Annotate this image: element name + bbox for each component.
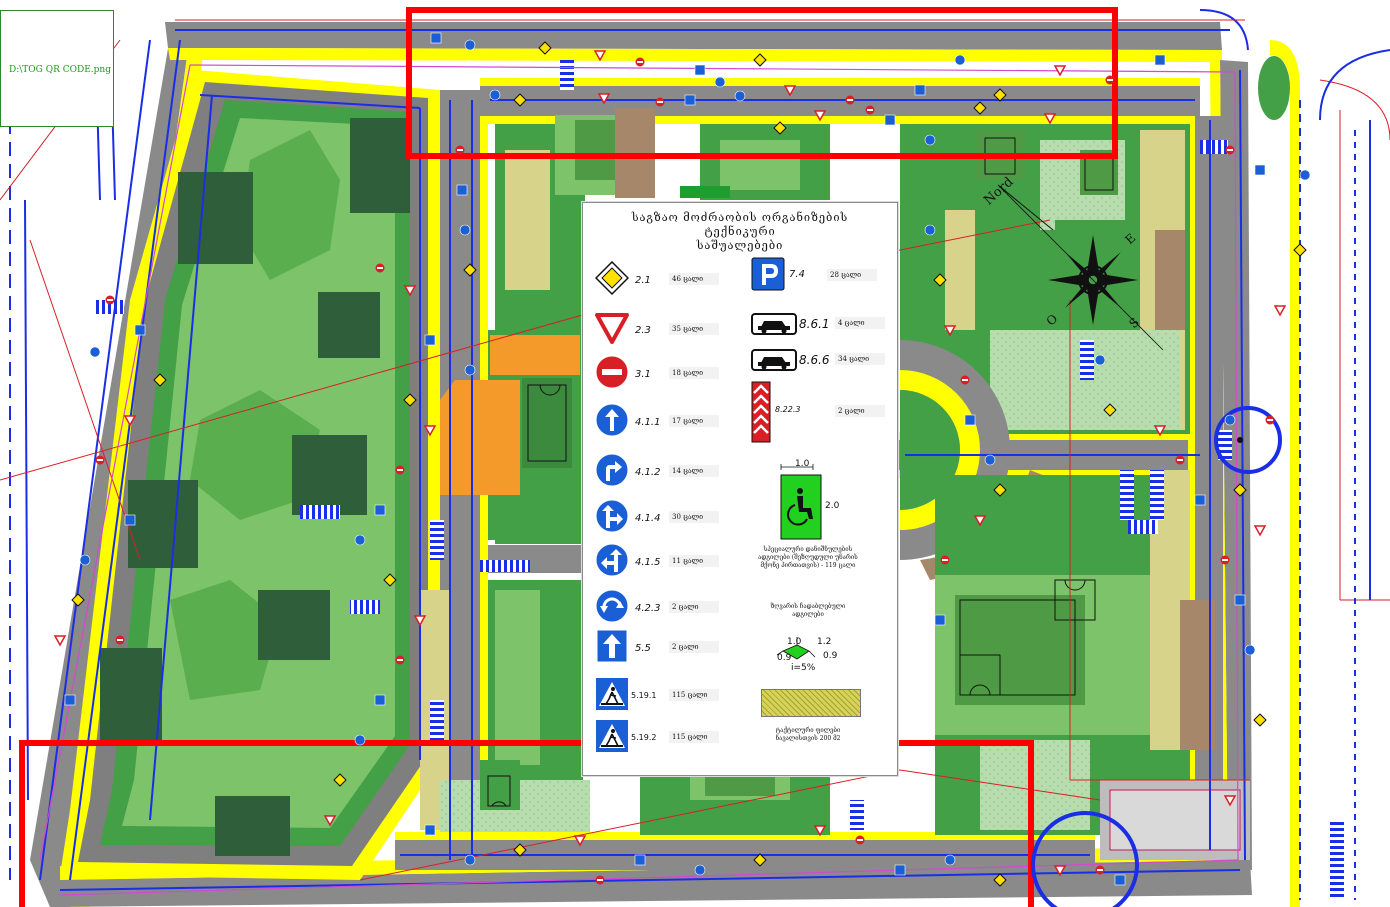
sign-code: 5.5 xyxy=(635,643,651,654)
sign-quantity: 34 ცალი xyxy=(835,353,885,365)
car-plate-icon xyxy=(751,341,797,379)
legend-title: საგზაო მოძრაობის ორგანიზების ტექნიკური ს… xyxy=(597,211,883,253)
chevron-marker-icon xyxy=(751,381,771,447)
curb-ramp-note: ზღვარის ჩადაბლებული ადგილები xyxy=(770,603,846,618)
no-entry-icon xyxy=(595,355,629,393)
sign-quantity: 115 ცალი xyxy=(669,689,719,701)
ramp-dim-side-left: 0.9 xyxy=(777,653,792,663)
sign-code: 4.1.4 xyxy=(635,513,661,524)
sign-code: 8.22.3 xyxy=(775,405,801,414)
sign-quantity: 17 ცალი xyxy=(669,415,719,427)
disabled-parking-note: სპეციალური დანიშნულების ადგილები (შეზღუდ… xyxy=(758,546,858,569)
disabled-parking-height: 2.0 xyxy=(825,501,840,511)
sign-code: 3.1 xyxy=(635,369,651,380)
sign-quantity: 35 ცალი xyxy=(669,323,719,335)
tactile-paving-swatch xyxy=(761,689,861,717)
sign-code: 8.6.6 xyxy=(799,353,830,367)
give-way-icon xyxy=(595,311,629,349)
qr-code-placeholder: D:\TOG QR CODE.png xyxy=(0,10,114,127)
pedestrian-crossing-icon xyxy=(595,677,629,715)
sign-quantity: 30 ცალი xyxy=(669,511,719,523)
sign-code: 4.1.5 xyxy=(635,557,661,568)
ramp-slope: i=5% xyxy=(791,663,816,673)
ramp-dim-side-right: 0.9 xyxy=(823,651,838,661)
sign-quantity: 28 ცალი xyxy=(827,269,877,281)
ramp-dim-top-right: 1.2 xyxy=(817,637,832,647)
sign-quantity: 115 ცალი xyxy=(669,731,719,743)
roundabout-icon xyxy=(595,589,629,627)
legend-title-line-2: საშუალებები xyxy=(696,239,784,252)
sign-quantity: 2 ცალი xyxy=(669,641,719,653)
sign-code: 7.4 xyxy=(789,269,805,280)
one-way-icon xyxy=(595,629,629,667)
building xyxy=(178,172,253,264)
qr-caption: D:\TOG QR CODE.png xyxy=(9,65,111,75)
sign-code: 4.1.2 xyxy=(635,467,661,478)
straight-or-right-icon xyxy=(595,499,629,537)
turn-right-icon xyxy=(595,453,629,491)
sign-quantity: 14 ცალი xyxy=(669,465,719,477)
priority-road-icon xyxy=(594,260,630,299)
sign-quantity: 18 ცალი xyxy=(669,367,719,379)
parking-icon xyxy=(751,257,785,295)
sign-code: 2.1 xyxy=(635,275,651,286)
pedestrian-crossing-icon xyxy=(595,719,629,757)
sign-quantity: 11 ცალი xyxy=(669,555,719,567)
sign-code: 2.3 xyxy=(635,325,651,336)
sign-code: 5.19.2 xyxy=(631,733,657,742)
sign-quantity: 4 ცალი xyxy=(835,317,885,329)
car-plate-icon xyxy=(751,305,797,343)
sign-code: 4.1.1 xyxy=(635,417,661,428)
sign-quantity: 2 ცალი xyxy=(835,405,885,417)
sign-quantity: 2 ცალი xyxy=(669,601,719,613)
tactile-paving-note: ტაქტილური ფილები ნავალისთვის 200 მ2 xyxy=(775,727,841,742)
disabled-parking-width: 1.0 xyxy=(795,459,810,469)
straight-or-left-icon xyxy=(595,543,629,581)
sign-code: 8.6.1 xyxy=(799,317,830,331)
sign-quantity: 46 ცალი xyxy=(669,273,719,285)
ramp-dim-top-left: 1.0 xyxy=(787,637,802,647)
straight-ahead-icon xyxy=(595,403,629,441)
legend-title-line-1: საგზაო მოძრაობის ორგანიზების ტექნიკური xyxy=(631,211,849,238)
sign-code: 4.2.3 xyxy=(635,603,661,614)
sign-code: 5.19.1 xyxy=(631,691,657,700)
traffic-signs-legend: საგზაო მოძრაობის ორგანიზების ტექნიკური ს… xyxy=(582,202,898,776)
